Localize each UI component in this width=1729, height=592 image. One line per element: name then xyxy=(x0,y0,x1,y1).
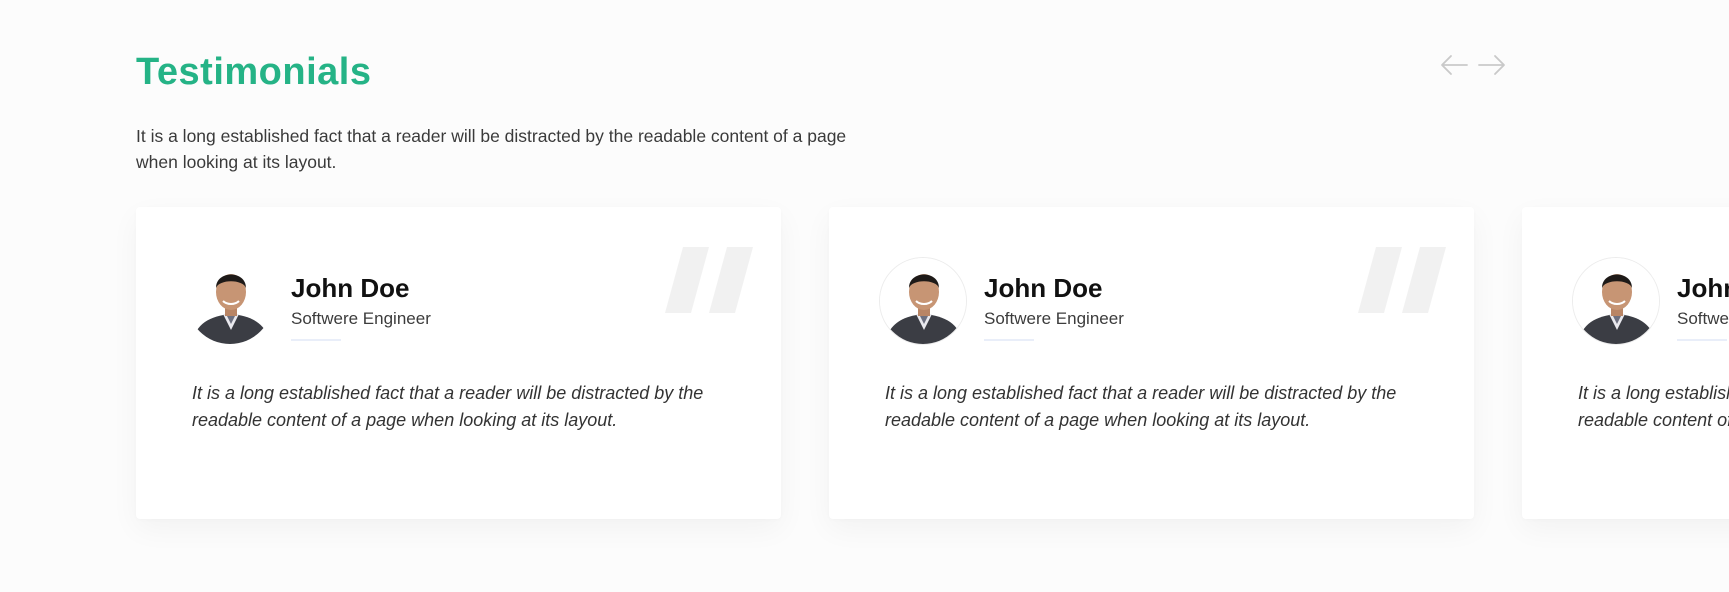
person-name: John Doe xyxy=(984,273,1103,303)
person-role: Softwere Engineer xyxy=(1677,309,1729,328)
arrow-right-icon xyxy=(1477,54,1507,76)
testimonial-quote: It is a long established fact that a rea… xyxy=(885,383,1397,430)
next-button[interactable] xyxy=(1476,50,1508,80)
prev-button[interactable] xyxy=(1438,50,1470,80)
divider xyxy=(291,339,341,341)
carousel-nav xyxy=(1438,50,1508,80)
testimonials-section: Testimonials It is a long established fa… xyxy=(0,0,1729,592)
avatar xyxy=(879,257,967,345)
avatar xyxy=(186,257,274,345)
quote-mark-icon xyxy=(665,247,755,327)
divider xyxy=(984,339,1034,341)
person-name: John Doe xyxy=(1677,273,1729,303)
testimonial-card: John Doe Softwere Engineer It is a long … xyxy=(136,207,781,519)
person-name: John Doe xyxy=(291,273,410,303)
testimonial-quote: It is a long established fact that a rea… xyxy=(192,383,704,430)
arrow-left-icon xyxy=(1439,54,1469,76)
person-role: Softwere Engineer xyxy=(984,309,1124,328)
section-title: Testimonials xyxy=(136,51,372,93)
divider xyxy=(1677,339,1727,341)
avatar xyxy=(1572,257,1660,345)
person-role: Softwere Engineer xyxy=(291,309,431,328)
testimonial-cards: John Doe Softwere Engineer It is a long … xyxy=(136,207,1729,519)
quote-mark-icon xyxy=(1358,247,1448,327)
section-intro: It is a long established fact that a rea… xyxy=(136,126,847,172)
testimonial-quote: It is a long established fact that a rea… xyxy=(1578,383,1729,430)
testimonial-card: John Doe Softwere Engineer It is a long … xyxy=(1522,207,1729,519)
testimonial-card: John Doe Softwere Engineer It is a long … xyxy=(829,207,1474,519)
